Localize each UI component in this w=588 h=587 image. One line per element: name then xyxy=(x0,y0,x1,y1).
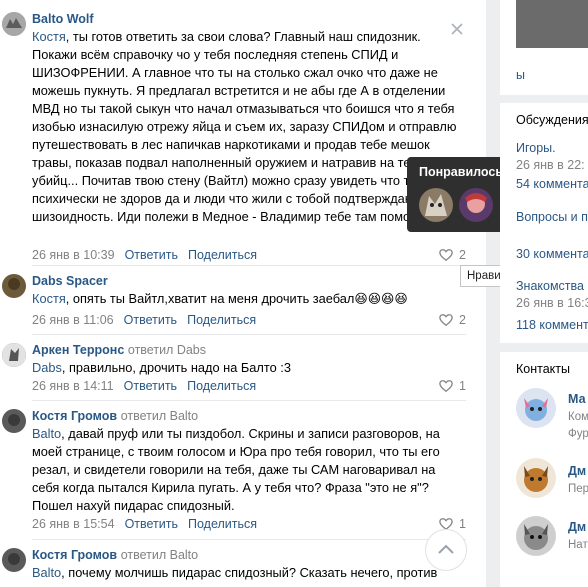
comment-date[interactable]: 26 янв в 14:11 xyxy=(32,379,114,393)
replied-to[interactable]: ответил Balto xyxy=(121,409,198,423)
avatar[interactable] xyxy=(2,409,26,433)
contact-name[interactable]: Дм xyxy=(568,464,586,478)
contact-info: Фур xyxy=(568,428,588,440)
comment-mention[interactable]: Костя xyxy=(32,291,66,306)
scroll-up-button[interactable] xyxy=(425,529,467,571)
like-count: 1 xyxy=(459,379,466,393)
contact-avatar[interactable] xyxy=(516,458,556,498)
comment-date[interactable]: 26 янв в 15:54 xyxy=(32,517,115,531)
comment-mention[interactable]: Костя xyxy=(32,29,66,44)
chevron-up-icon xyxy=(438,544,454,554)
comment-text: Костя, ты готов ответить за свои слова? … xyxy=(32,29,457,224)
like-button[interactable]: 2 xyxy=(439,311,466,329)
reply-button[interactable]: Ответить xyxy=(124,379,177,393)
avatar[interactable] xyxy=(2,548,26,572)
discussion-title[interactable]: Игоры. xyxy=(516,141,556,155)
liker-avatar[interactable] xyxy=(419,188,453,222)
sidebar-discussions: Обсуждения Игоры. 26 янв в 22: 54 коммен… xyxy=(500,103,588,343)
comment-author[interactable]: Balto Wolf xyxy=(32,12,94,26)
avatar[interactable] xyxy=(2,343,26,367)
comment-mention[interactable]: Dabs xyxy=(32,360,62,375)
divider xyxy=(32,539,466,540)
comment-text: Костя, опять ты Вайтл,хватит на меня дро… xyxy=(32,291,408,306)
divider xyxy=(32,334,466,335)
comment-date[interactable]: 26 янв в 10:39 xyxy=(32,248,115,262)
contact-avatar[interactable] xyxy=(516,516,556,556)
heart-icon xyxy=(439,380,453,393)
avatar[interactable] xyxy=(2,274,26,298)
sidebar-contacts: Контакты Ма Ком Фур Дм Пер Дм Нат xyxy=(500,352,588,587)
comment-text: Balto, давай пруф или ты пиздобол. Скрин… xyxy=(32,426,444,513)
contacts-title[interactable]: Контакты xyxy=(516,362,570,376)
divider xyxy=(32,400,466,401)
comment-text: Dabs, правильно, дрочить надо на Балто :… xyxy=(32,360,291,375)
reply-button[interactable]: Ответить xyxy=(124,313,177,327)
discussion-date: 26 янв в 22: xyxy=(516,158,585,172)
like-button[interactable]: 2 xyxy=(439,246,466,264)
comment-author[interactable]: Костя Громов xyxy=(32,409,117,423)
comment-mention[interactable]: Balto xyxy=(32,565,61,580)
discussions-title[interactable]: Обсуждения xyxy=(516,113,588,127)
share-button[interactable]: Поделиться xyxy=(187,379,256,393)
avatar[interactable] xyxy=(2,12,26,36)
vk-page: Balto Wolf Костя, ты готов ответить за с… xyxy=(0,0,588,587)
comment-footer: 26 янв в 10:39 Ответить Поделиться 2 xyxy=(32,246,466,264)
liker-avatar[interactable] xyxy=(459,188,493,222)
comment-date[interactable]: 26 янв в 11:06 xyxy=(32,313,114,327)
share-button[interactable]: Поделиться xyxy=(188,517,257,531)
comment-footer: 26 янв в 15:54 Ответить Поделиться 1 xyxy=(32,515,466,533)
contact-avatar[interactable] xyxy=(516,388,556,428)
reply-button[interactable]: Ответить xyxy=(125,517,178,531)
photo-thumbnail[interactable] xyxy=(516,0,588,48)
heart-icon xyxy=(439,249,453,262)
photos-label[interactable]: ы xyxy=(516,68,525,82)
reply-button[interactable]: Ответить xyxy=(125,248,178,262)
discussion-count[interactable]: 54 комментар xyxy=(516,177,588,191)
divider xyxy=(32,265,466,266)
discussion-title[interactable]: Вопросы и пр xyxy=(516,210,588,224)
like-button[interactable]: 1 xyxy=(439,377,466,395)
contact-name[interactable]: Дм xyxy=(568,520,586,534)
comment-author[interactable]: Костя Громов xyxy=(32,548,117,562)
heart-icon xyxy=(439,314,453,327)
discussion-date: 26 янв в 16:3 xyxy=(516,296,588,310)
share-button[interactable]: Поделиться xyxy=(187,313,256,327)
discussion-title[interactable]: Знакомства xyxy=(516,279,584,293)
sidebar-photos: ы xyxy=(500,0,588,95)
like-count: 2 xyxy=(459,248,466,262)
comment-author[interactable]: Dabs Spacer xyxy=(32,274,108,288)
contact-name[interactable]: Ма xyxy=(568,392,586,406)
contact-info: Ком xyxy=(568,411,588,423)
like-count: 2 xyxy=(459,313,466,327)
comment-author[interactable]: Аркен Терронс xyxy=(32,343,124,357)
close-icon[interactable] xyxy=(450,22,464,36)
comment-footer: 26 янв в 11:06 Ответить Поделиться 2 xyxy=(32,311,466,329)
replied-to[interactable]: ответил Dabs xyxy=(128,343,206,357)
replied-to[interactable]: ответил Balto xyxy=(121,548,198,562)
comment-mention[interactable]: Balto xyxy=(32,426,61,441)
comment-text: Balto, почему молчишь пидарас спидозный?… xyxy=(32,565,438,580)
discussion-count[interactable]: 118 комментар xyxy=(516,318,588,332)
comment-footer: 26 янв в 14:11 Ответить Поделиться 1 xyxy=(32,377,466,395)
contact-info: Нат xyxy=(568,539,588,551)
contact-info: Пер xyxy=(568,483,588,495)
share-button[interactable]: Поделиться xyxy=(188,248,257,262)
comments-section: Balto Wolf Костя, ты готов ответить за с… xyxy=(0,0,486,587)
discussion-count[interactable]: 30 комментар xyxy=(516,247,588,261)
